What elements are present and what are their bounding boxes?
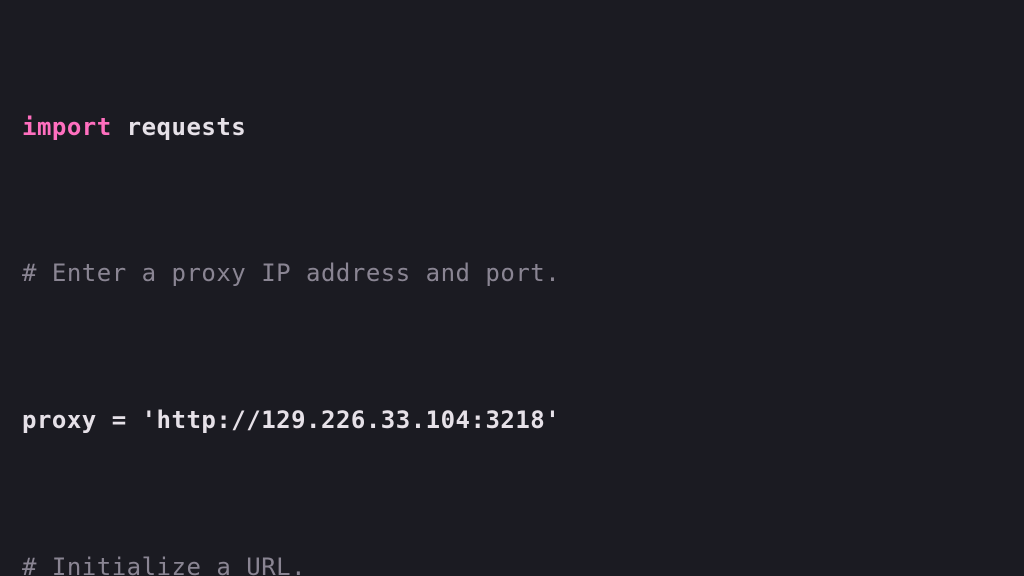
code-line-1: import requests: [22, 112, 1002, 143]
operator: =: [97, 406, 142, 434]
comment: # Enter a proxy IP address and port.: [22, 259, 560, 287]
space: [112, 113, 127, 141]
module-name: requests: [127, 113, 247, 141]
code-block: import requests # Enter a proxy IP addre…: [0, 0, 1024, 576]
keyword-import: import: [22, 113, 112, 141]
string-literal: 'http://129.226.33.104:3218': [142, 406, 561, 434]
code-line-2: # Enter a proxy IP address and port.: [22, 258, 1002, 289]
comment: # Initialize a URL.: [22, 553, 306, 576]
variable: proxy: [22, 406, 97, 434]
code-line-4: # Initialize a URL.: [22, 552, 1002, 576]
code-line-3: proxy = 'http://129.226.33.104:3218': [22, 405, 1002, 436]
